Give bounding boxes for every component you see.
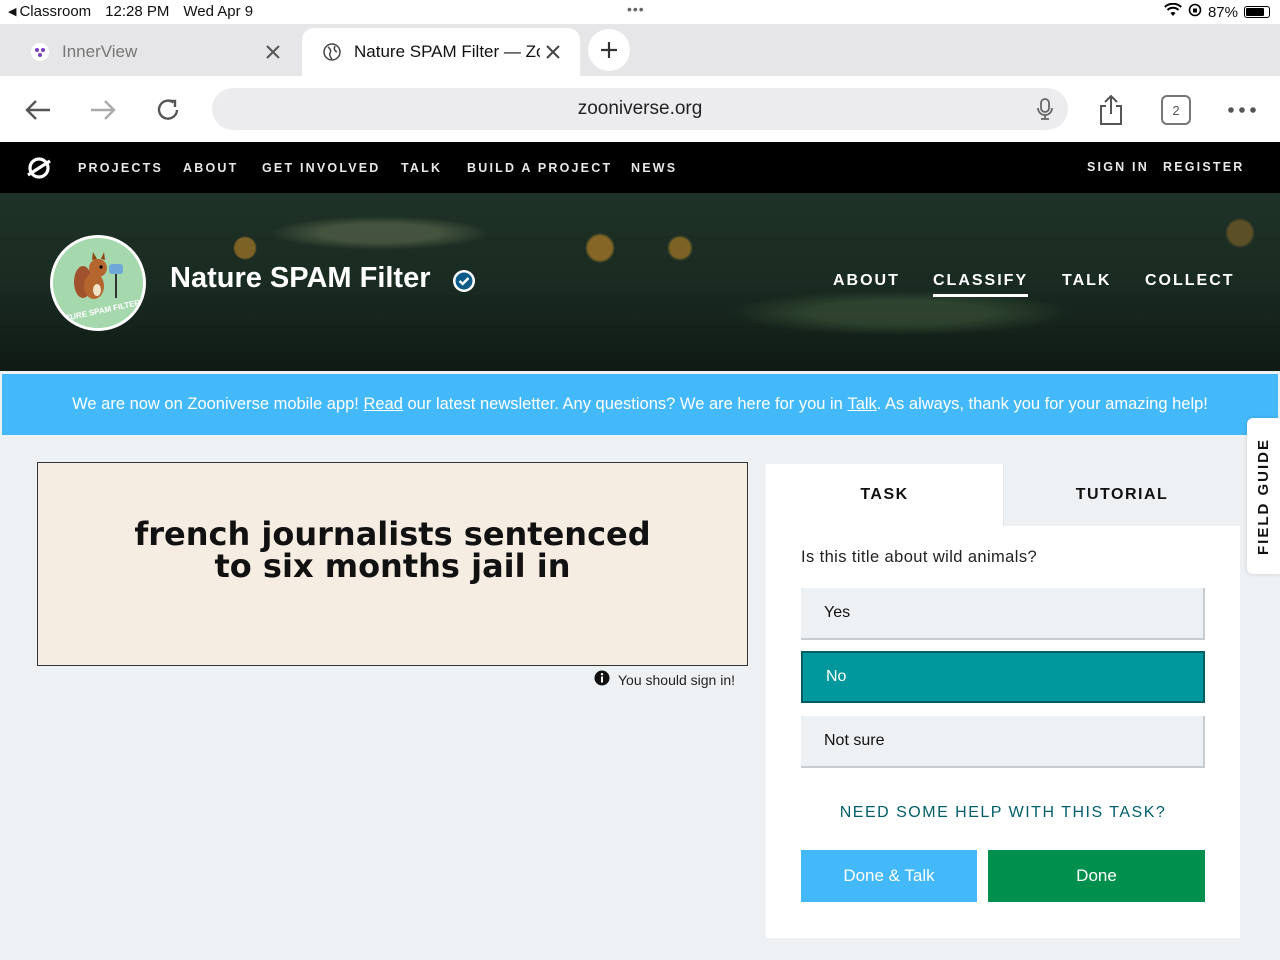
field-guide-tab[interactable]: FIELD GUIDE <box>1247 418 1280 574</box>
forward-button[interactable] <box>85 92 121 128</box>
back-button[interactable] <box>20 92 56 128</box>
tab-tutorial[interactable]: TUTORIAL <box>1003 464 1240 526</box>
announcement-banner: We are now on Zooniverse mobile app! Rea… <box>2 374 1278 435</box>
back-to-app-link[interactable]: ◀ Classroom <box>8 3 91 20</box>
status-bar: ◀ Classroom 12:28 PM Wed Apr 9 ••• 87% <box>0 0 1280 24</box>
close-tab-icon[interactable] <box>260 39 286 65</box>
banner-text: . As always, thank you for your amazing … <box>876 395 1208 413</box>
tab-task[interactable]: TASK <box>766 464 1003 526</box>
project-avatar[interactable]: NATURE SPAM FILTER <box>50 235 146 331</box>
arrow-left-icon <box>25 100 50 120</box>
sign-in-note-text: You should sign in! <box>618 671 736 688</box>
project-nav-about[interactable]: ABOUT <box>833 272 900 290</box>
arrow-right-icon <box>91 100 116 120</box>
nav-build-a-project[interactable]: BUILD A PROJECT <box>467 161 612 175</box>
task-question: Is this title about wild animals? <box>801 548 1038 566</box>
wifi-icon <box>1164 2 1182 21</box>
tab-overview-button[interactable]: 2 <box>1161 95 1191 125</box>
banner-text: We are now on Zooniverse mobile app! <box>72 395 364 413</box>
subject-text: french journalists sentenced to six mont… <box>134 515 651 585</box>
project-nav-classify[interactable]: CLASSIFY <box>933 272 1029 297</box>
back-triangle-icon: ◀ <box>8 6 17 18</box>
close-tab-icon[interactable] <box>540 39 566 65</box>
task-help-link[interactable]: NEED SOME HELP WITH THIS TASK? <box>766 804 1240 822</box>
tab-title: Nature SPAM Filter — Zooniverse <box>354 42 540 61</box>
answer-no[interactable]: No <box>801 651 1205 703</box>
status-date: Wed Apr 9 <box>183 3 254 20</box>
info-icon <box>594 670 610 689</box>
field-guide-label: FIELD GUIDE <box>1255 437 1273 555</box>
task-panel: TASK TUTORIAL Is this title about wild a… <box>766 464 1240 938</box>
sign-in-link[interactable]: SIGN IN <box>1087 160 1149 174</box>
innerview-favicon-icon <box>30 42 50 62</box>
reload-button[interactable] <box>150 92 186 128</box>
project-nav-talk[interactable]: TALK <box>1062 272 1111 290</box>
banner-text: our latest newsletter. Any questions? We… <box>402 395 848 413</box>
multitasking-dots-icon[interactable]: ••• <box>627 1 645 17</box>
browser-toolbar: zooniverse.org 2 <box>0 76 1280 142</box>
new-tab-button[interactable] <box>588 29 630 71</box>
status-time: 12:28 PM <box>105 3 170 20</box>
zooniverse-top-nav: PROJECTS ABOUT GET INVOLVED TALK BUILD A… <box>0 142 1280 193</box>
newsletter-link[interactable]: Read <box>363 395 402 414</box>
verified-badge-icon <box>452 269 476 298</box>
answer-not-sure[interactable]: Not sure <box>801 716 1205 768</box>
microphone-icon[interactable] <box>1036 98 1054 126</box>
more-options-button[interactable] <box>1224 92 1260 128</box>
zooniverse-logo-icon[interactable] <box>26 155 52 186</box>
tab-innerview[interactable]: InnerView <box>10 28 300 76</box>
battery-icon <box>1244 6 1270 18</box>
share-icon <box>1100 94 1122 125</box>
url-field[interactable]: zooniverse.org <box>212 88 1068 130</box>
orientation-lock-icon <box>1188 3 1202 21</box>
done-button[interactable]: Done <box>988 850 1205 902</box>
more-dots-icon <box>1228 107 1256 113</box>
subject-viewer: french journalists sentenced to six mont… <box>37 462 748 666</box>
tab-title: InnerView <box>62 42 138 61</box>
project-title[interactable]: Nature SPAM Filter <box>170 262 431 295</box>
url-text: zooniverse.org <box>577 98 703 119</box>
browser-tab-bar: InnerView Nature SPAM Filter — Zoonivers… <box>0 24 1280 76</box>
nav-news[interactable]: NEWS <box>631 161 677 175</box>
battery-percent: 87% <box>1207 3 1238 21</box>
answer-yes[interactable]: Yes <box>801 588 1205 640</box>
register-link[interactable]: REGISTER <box>1163 160 1245 174</box>
sign-in-note[interactable]: You should sign in! <box>594 670 735 689</box>
talk-link[interactable]: Talk <box>847 395 876 414</box>
nav-get-involved[interactable]: GET INVOLVED <box>262 161 381 175</box>
nav-talk[interactable]: TALK <box>401 161 442 175</box>
project-nav-collect[interactable]: COLLECT <box>1145 272 1235 290</box>
globe-favicon-icon <box>322 42 342 62</box>
reload-icon <box>157 99 179 120</box>
nav-projects[interactable]: PROJECTS <box>78 161 163 175</box>
plus-icon <box>601 42 617 58</box>
done-and-talk-button[interactable]: Done & Talk <box>801 850 977 902</box>
share-button[interactable] <box>1093 92 1129 128</box>
nav-about[interactable]: ABOUT <box>183 161 238 175</box>
tab-nature-spam-filter[interactable]: Nature SPAM Filter — Zooniverse <box>302 28 580 76</box>
